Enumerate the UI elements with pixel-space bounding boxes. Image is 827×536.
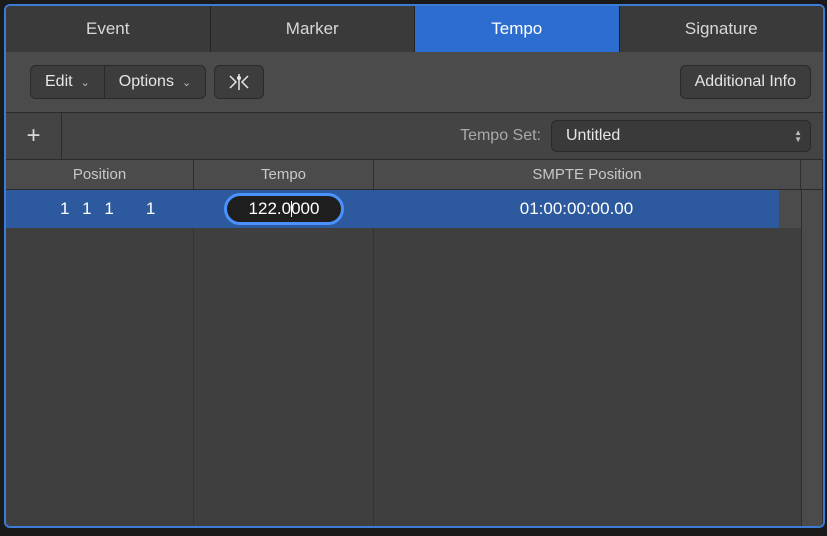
- options-menu-button[interactable]: Options ⌄: [105, 65, 206, 99]
- tab-label: Signature: [685, 19, 758, 39]
- column-header-tempo[interactable]: Tempo: [194, 160, 374, 189]
- tab-event[interactable]: Event: [6, 6, 211, 52]
- tempo-list-window: Event Marker Tempo Signature Edit ⌄ Opti…: [4, 4, 825, 528]
- cell-smpte[interactable]: 01:00:00:00.00: [374, 190, 779, 228]
- toolbar: Edit ⌄ Options ⌄ Additional Info: [6, 52, 823, 112]
- options-menu-label: Options: [119, 73, 174, 91]
- tempo-set-row: + Tempo Set: Untitled ▲▼: [6, 112, 823, 160]
- add-tempo-button[interactable]: +: [6, 113, 62, 159]
- chevron-down-icon: ⌄: [182, 76, 191, 89]
- tab-tempo[interactable]: Tempo: [415, 6, 620, 52]
- smpte-value: 01:00:00:00.00: [520, 199, 633, 219]
- catch-playhead-icon: [227, 73, 251, 91]
- column-header-label: Tempo: [261, 166, 306, 183]
- table-row[interactable]: 1 1 1 1 122.0000 01:00:00:00.00: [6, 190, 801, 228]
- column-header-smpte[interactable]: SMPTE Position: [374, 160, 801, 189]
- edit-menu-label: Edit: [45, 73, 73, 91]
- position-bars: 1 1 1: [60, 199, 118, 219]
- tempo-set-label: Tempo Set:: [460, 127, 541, 145]
- column-header-label: SMPTE Position: [532, 166, 641, 183]
- cell-tempo[interactable]: 122.0000: [194, 190, 374, 228]
- updown-icon: ▲▼: [794, 129, 802, 143]
- text-caret: [291, 201, 292, 217]
- scrollbar-header: [801, 160, 823, 189]
- additional-info-label: Additional Info: [695, 73, 796, 91]
- column-header-label: Position: [73, 166, 126, 183]
- vertical-scrollbar[interactable]: [801, 190, 823, 526]
- tab-marker[interactable]: Marker: [211, 6, 416, 52]
- tempo-set-select[interactable]: Untitled ▲▼: [551, 120, 811, 152]
- catch-playhead-button[interactable]: [214, 65, 264, 99]
- column-header-position[interactable]: Position: [6, 160, 194, 189]
- chevron-down-icon: ⌄: [81, 76, 90, 89]
- table-header: Position Tempo SMPTE Position: [6, 160, 823, 190]
- tab-label: Marker: [286, 19, 339, 39]
- edit-menu-button[interactable]: Edit ⌄: [30, 65, 105, 99]
- cell-position[interactable]: 1 1 1 1: [6, 190, 194, 228]
- tab-signature[interactable]: Signature: [620, 6, 824, 52]
- plus-icon: +: [26, 122, 40, 150]
- tab-label: Tempo: [491, 19, 542, 39]
- position-sub: 1: [146, 199, 155, 219]
- tempo-edit-field[interactable]: 122.0000: [224, 193, 345, 225]
- additional-info-button[interactable]: Additional Info: [680, 65, 811, 99]
- tab-bar: Event Marker Tempo Signature: [6, 6, 823, 52]
- table-body: 1 1 1 1 122.0000 01:00:00:00.00: [6, 190, 823, 526]
- tempo-value: 122.0000: [249, 199, 320, 219]
- tab-label: Event: [86, 19, 129, 39]
- tempo-set-value: Untitled: [566, 127, 620, 145]
- menu-button-group: Edit ⌄ Options ⌄: [30, 65, 206, 99]
- row-end: [779, 190, 801, 228]
